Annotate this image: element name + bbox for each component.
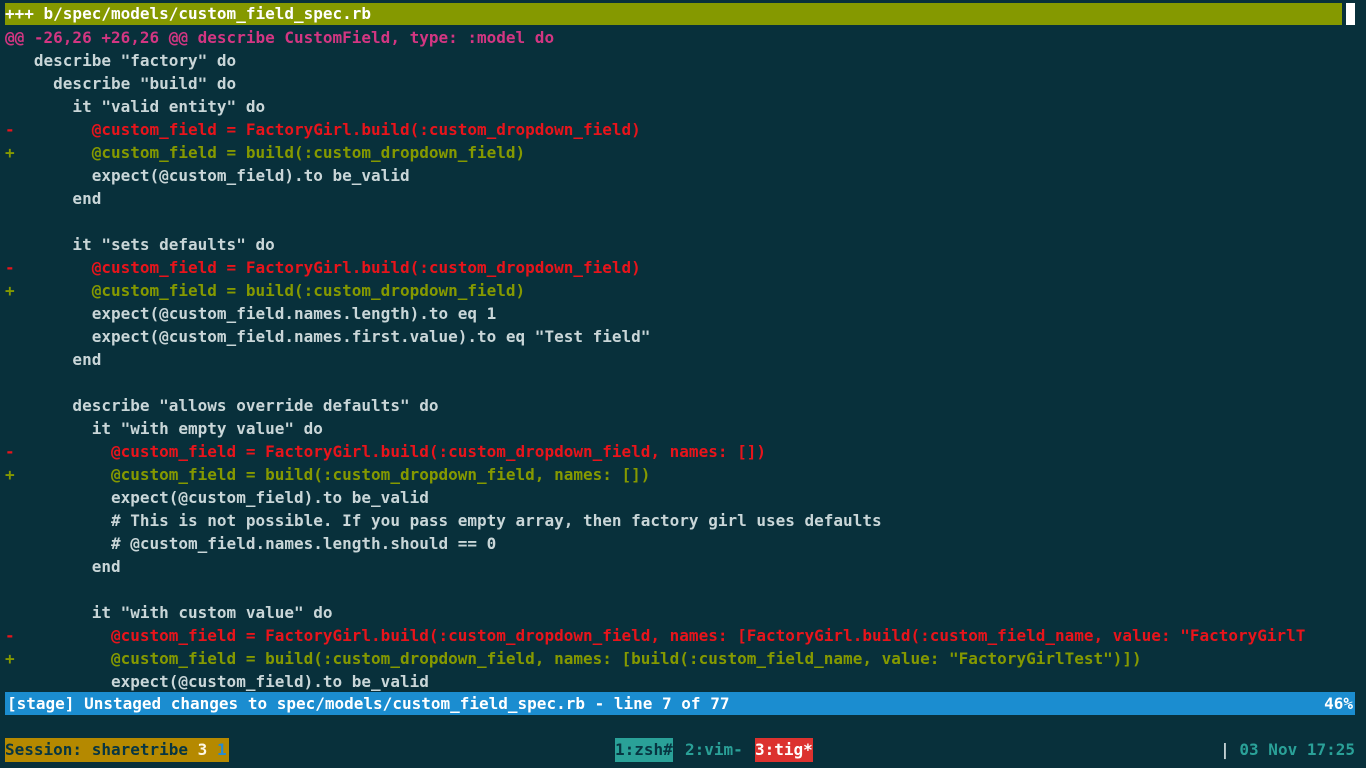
status-separator: | — [1220, 740, 1230, 759]
diff-line-context: expect(@custom_field).to be_valid — [5, 166, 410, 185]
diff-line-added: + @custom_field = build(:custom_dropdown… — [5, 465, 651, 484]
tmux-window-vim[interactable]: 2:vim- — [685, 738, 743, 762]
scroll-percent: 46% — [1324, 694, 1353, 713]
status-text: [stage] Unstaged changes to spec/models/… — [7, 694, 730, 713]
diff-line-removed: - @custom_field = FactoryGirl.build(:cus… — [5, 626, 1306, 645]
diff-file-header: +++ b/spec/models/custom_field_spec.rb — [5, 3, 1342, 25]
tmux-status-line: Session: sharetribe 3 1 1:zsh# 2:vim- 3:… — [0, 738, 1366, 762]
diff-line-context: describe "build" do — [5, 74, 237, 93]
diff-line-context: end — [5, 557, 121, 576]
diff-line-removed: - @custom_field = FactoryGirl.build(:cus… — [5, 120, 641, 139]
diff-line-context: expect(@custom_field.names.length).to eq… — [5, 304, 497, 323]
diff-line-added: + @custom_field = build(:custom_dropdown… — [5, 649, 1142, 668]
diff-line-removed: - @custom_field = FactoryGirl.build(:cus… — [5, 258, 641, 277]
diff-line-context: describe "allows override defaults" do — [5, 396, 439, 415]
diff-line-context: describe "factory" do — [5, 51, 237, 70]
diff-line-context: it "valid entity" do — [5, 97, 266, 116]
diff-line-context — [5, 371, 1366, 394]
session-window-count: 3 — [197, 740, 208, 759]
diff-line-context: it "sets defaults" do — [5, 235, 275, 254]
diff-line-context: it "with empty value" do — [5, 419, 323, 438]
diff-line-context: expect(@custom_field).to be_valid — [5, 672, 429, 691]
terminal-cursor — [1346, 3, 1355, 25]
terminal-window[interactable]: +++ b/spec/models/custom_field_spec.rb @… — [0, 0, 1366, 768]
diff-line-context — [5, 578, 1366, 601]
diff-line-context: it "with custom value" do — [5, 603, 333, 622]
diff-line-context: expect(@custom_field).to be_valid — [5, 488, 429, 507]
diff-line-removed: - @custom_field = FactoryGirl.build(:cus… — [5, 442, 766, 461]
diff-hunk-header: @@ -26,26 +26,26 @@ describe CustomField… — [5, 28, 555, 47]
diff-line-context: end — [5, 189, 102, 208]
session-label: Session: sharetribe — [5, 740, 198, 759]
tmux-right-status: | 03 Nov 17:25 — [1220, 738, 1355, 762]
diff-line-context: # This is not possible. If you pass empt… — [5, 511, 882, 530]
diff-line-context: expect(@custom_field.names.first.value).… — [5, 327, 651, 346]
tmux-session-indicator: Session: sharetribe 3 1 — [5, 738, 229, 762]
diff-line-context: end — [5, 350, 102, 369]
session-pane-count: 1 — [216, 740, 227, 759]
diff-line-added: + @custom_field = build(:custom_dropdown… — [5, 143, 526, 162]
diff-line-added: + @custom_field = build(:custom_dropdown… — [5, 281, 526, 300]
diff-line-context: # @custom_field.names.length.should == 0 — [5, 534, 497, 553]
tmux-window-tig[interactable]: 3:tig* — [755, 738, 813, 762]
diff-line-context — [5, 210, 1366, 233]
tig-status-bar: [stage] Unstaged changes to spec/models/… — [5, 692, 1355, 715]
tmux-window-zsh[interactable]: 1:zsh# — [615, 738, 673, 762]
datetime: 03 Nov 17:25 — [1239, 740, 1355, 759]
